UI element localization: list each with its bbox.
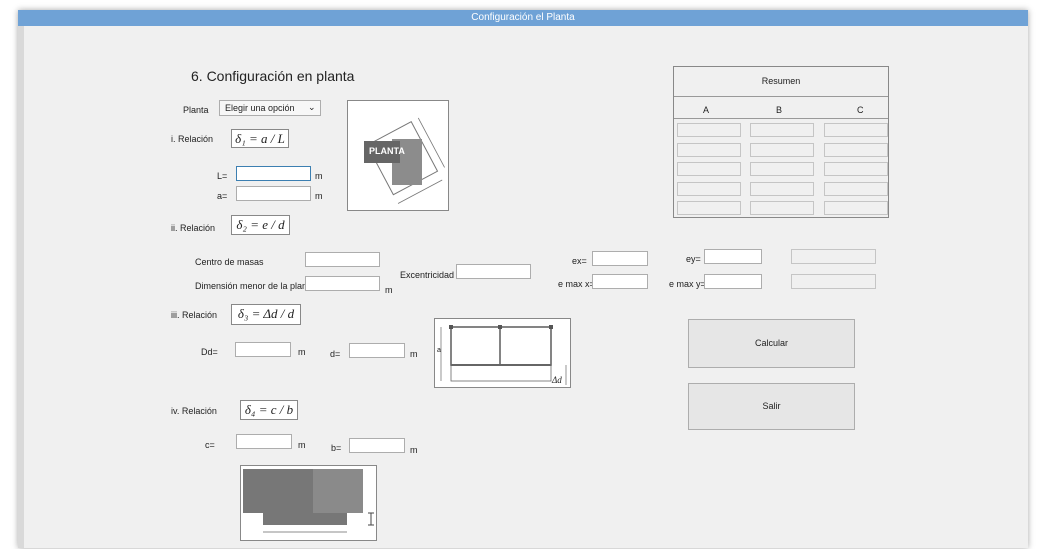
- Dd-label: Dd=: [201, 347, 218, 357]
- d-input[interactable]: [349, 343, 405, 358]
- L-input[interactable]: [236, 166, 311, 181]
- centro-masas-label: Centro de masas: [195, 257, 264, 267]
- d-label: d=: [330, 349, 341, 359]
- resumen-cell: [824, 201, 888, 215]
- ey-result: [791, 249, 876, 264]
- resumen-cell: [750, 123, 814, 137]
- resumen-divider: [674, 96, 888, 97]
- resumen-cell: [677, 201, 741, 215]
- L-unit: m: [315, 171, 323, 181]
- resumen-cell: [824, 142, 888, 157]
- delta-d-label: Δd: [552, 375, 562, 385]
- planta-select-value: Elegir una opción: [225, 103, 295, 113]
- c-input[interactable]: [236, 434, 292, 449]
- resumen-cell: [677, 142, 741, 157]
- resumen-header-divider: [674, 118, 888, 119]
- formula-1: δ₁ = a / L: [231, 129, 289, 148]
- resumen-cell: [824, 162, 888, 176]
- planta-diagram-image: PLANTA: [347, 100, 449, 211]
- relacion-2-label: ii. Relación: [171, 223, 216, 233]
- resumen-table: Resumen A B C: [673, 66, 889, 218]
- frame-letter-label: a: [437, 347, 441, 354]
- main-window: Configuración el Planta 6. Configuración…: [18, 10, 1028, 548]
- Dd-unit: m: [298, 347, 306, 357]
- c-label: c=: [205, 440, 215, 450]
- a-input[interactable]: [236, 186, 311, 201]
- planta-select[interactable]: Elegir una opción ⌄: [219, 100, 321, 116]
- window-left-edge: [18, 26, 24, 548]
- emaxy-label: e max y=: [669, 279, 706, 289]
- b-label: b=: [331, 443, 342, 453]
- emaxx-label: e max x=: [558, 279, 595, 289]
- resumen-title: Resumen: [761, 76, 801, 86]
- d-unit: m: [410, 349, 418, 359]
- dimension-menor-unit: m: [385, 285, 393, 295]
- formula-4: δ₄ = c / b: [240, 400, 298, 420]
- calcular-button[interactable]: Calcular: [688, 319, 855, 368]
- relacion-1-label: i. Relación: [171, 134, 214, 144]
- resumen-col-c: C: [857, 105, 864, 115]
- resumen-cell: [750, 201, 814, 215]
- resumen-cell: [750, 181, 814, 196]
- resumen-cell: [824, 181, 888, 196]
- planta-label: Planta: [183, 105, 209, 115]
- b-unit: m: [410, 445, 418, 455]
- excentricidad-label: Excentricidad: [400, 270, 455, 280]
- a-unit: m: [315, 191, 323, 201]
- b-input[interactable]: [349, 438, 405, 453]
- c-unit: m: [298, 440, 306, 450]
- resumen-cell: [677, 181, 741, 196]
- resumen-cell: [677, 162, 741, 176]
- resumen-col-a: A: [703, 105, 710, 115]
- ex-input[interactable]: [592, 251, 648, 266]
- formula-2: δ₂ = e / d: [231, 215, 290, 235]
- resumen-cell: [824, 123, 888, 137]
- frame-diagram-image: a Δd: [434, 318, 571, 388]
- irregular-shape-image: [240, 465, 377, 541]
- a-label: a=: [217, 191, 228, 201]
- title-bar: Configuración el Planta: [18, 10, 1028, 26]
- salir-button[interactable]: Salir: [688, 383, 855, 430]
- relacion-3-label: iii. Relación: [171, 310, 218, 320]
- dimension-menor-label: Dimensión menor de la planta: [195, 281, 315, 291]
- dimension-menor-input[interactable]: [305, 276, 380, 291]
- resumen-cell: [750, 142, 814, 157]
- page-title: 6. Configuración en planta: [191, 68, 355, 84]
- resumen-col-b: B: [776, 105, 783, 115]
- ex-label: ex=: [572, 256, 587, 266]
- emaxx-input[interactable]: [592, 274, 648, 289]
- relacion-4-label: iv. Relación: [171, 406, 217, 416]
- L-label: L=: [217, 171, 228, 181]
- emaxy-input[interactable]: [704, 274, 762, 289]
- resumen-cell: [677, 123, 741, 137]
- irregular-shape-svg: [243, 469, 374, 533]
- ey-input[interactable]: [704, 249, 762, 264]
- excentricidad-input[interactable]: [456, 264, 531, 279]
- formula-3: δ₃ = Δd / d: [231, 304, 301, 325]
- ey-label: ey=: [686, 254, 701, 264]
- emaxy-result: [791, 274, 876, 289]
- centro-masas-input[interactable]: [305, 252, 380, 267]
- planta-image-text: PLANTA: [369, 146, 405, 156]
- frame-diagram-svg: [440, 325, 567, 385]
- resumen-cell: [750, 162, 814, 176]
- Dd-input[interactable]: [235, 342, 291, 357]
- chevron-down-icon: ⌄: [308, 102, 316, 112]
